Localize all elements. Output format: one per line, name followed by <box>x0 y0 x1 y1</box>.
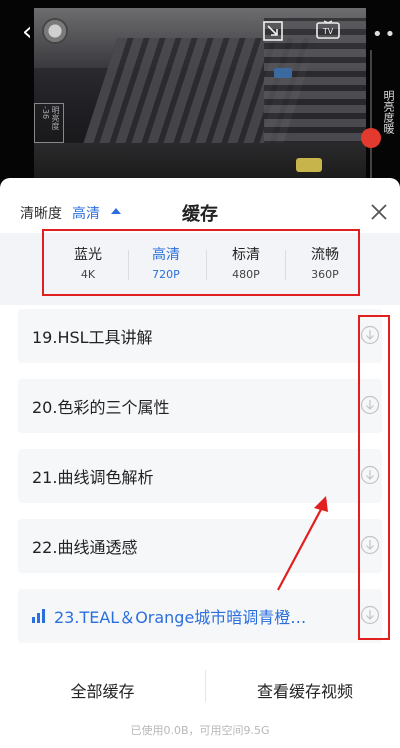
picture-in-picture-icon[interactable] <box>262 20 284 42</box>
cache-all-button[interactable]: 全部缓存 <box>0 678 205 702</box>
episode-title: 23.TEAL＆Orange城市暗调青橙… <box>54 608 307 627</box>
brightness-slider-track[interactable] <box>370 50 372 180</box>
view-cached-videos-button[interactable]: 查看缓存视频 <box>210 678 400 702</box>
download-column-highlight-box <box>358 315 390 640</box>
svg-text:TV: TV <box>322 27 334 36</box>
frame-taxi <box>296 158 322 172</box>
storage-info: 已使用0.0B，可用空间9.5G <box>130 724 270 737</box>
frame-car <box>274 68 292 78</box>
camera-lens-icon <box>42 18 68 44</box>
episode-title: 19.HSL工具讲解 <box>32 328 153 347</box>
close-icon[interactable] <box>369 202 389 222</box>
quality-highlight-box <box>42 229 360 296</box>
list-item[interactable]: 19.HSL工具讲解 <box>18 309 382 363</box>
brightness-label: 明亮度暖 <box>382 90 395 134</box>
playing-bars-icon <box>32 609 50 623</box>
tv-cast-icon[interactable]: TV <box>316 20 340 40</box>
brightness-slider-knob[interactable] <box>361 128 381 148</box>
sheet-footer: 全部缓存 查看缓存视频 已使用0.0B，可用空间9.5G <box>0 648 400 748</box>
annotation-arrow <box>277 496 328 591</box>
cache-sheet: 清晰度 高清 缓存 蓝光 4K 高清 720P 标清 480P 流畅 360P … <box>0 178 400 748</box>
episode-title: 20.色彩的三个属性 <box>32 398 170 417</box>
more-icon[interactable]: ••• <box>372 24 400 45</box>
list-item[interactable]: 20.色彩的三个属性 <box>18 379 382 433</box>
episode-list: 19.HSL工具讲解 20.色彩的三个属性 21.曲线调色解析 22.曲线通透感 <box>18 309 382 659</box>
back-icon[interactable]: ‹ <box>22 19 32 45</box>
episode-title: 21.曲线调色解析 <box>32 468 154 487</box>
video-player[interactable]: 明亮度 -36 ‹ TV ••• 明亮度暖 <box>0 0 400 185</box>
exposure-label: 明亮度 -36 <box>34 103 64 143</box>
footer-divider <box>205 670 206 702</box>
sheet-title: 缓存 <box>182 204 218 225</box>
episode-title: 22.曲线通透感 <box>32 538 138 557</box>
